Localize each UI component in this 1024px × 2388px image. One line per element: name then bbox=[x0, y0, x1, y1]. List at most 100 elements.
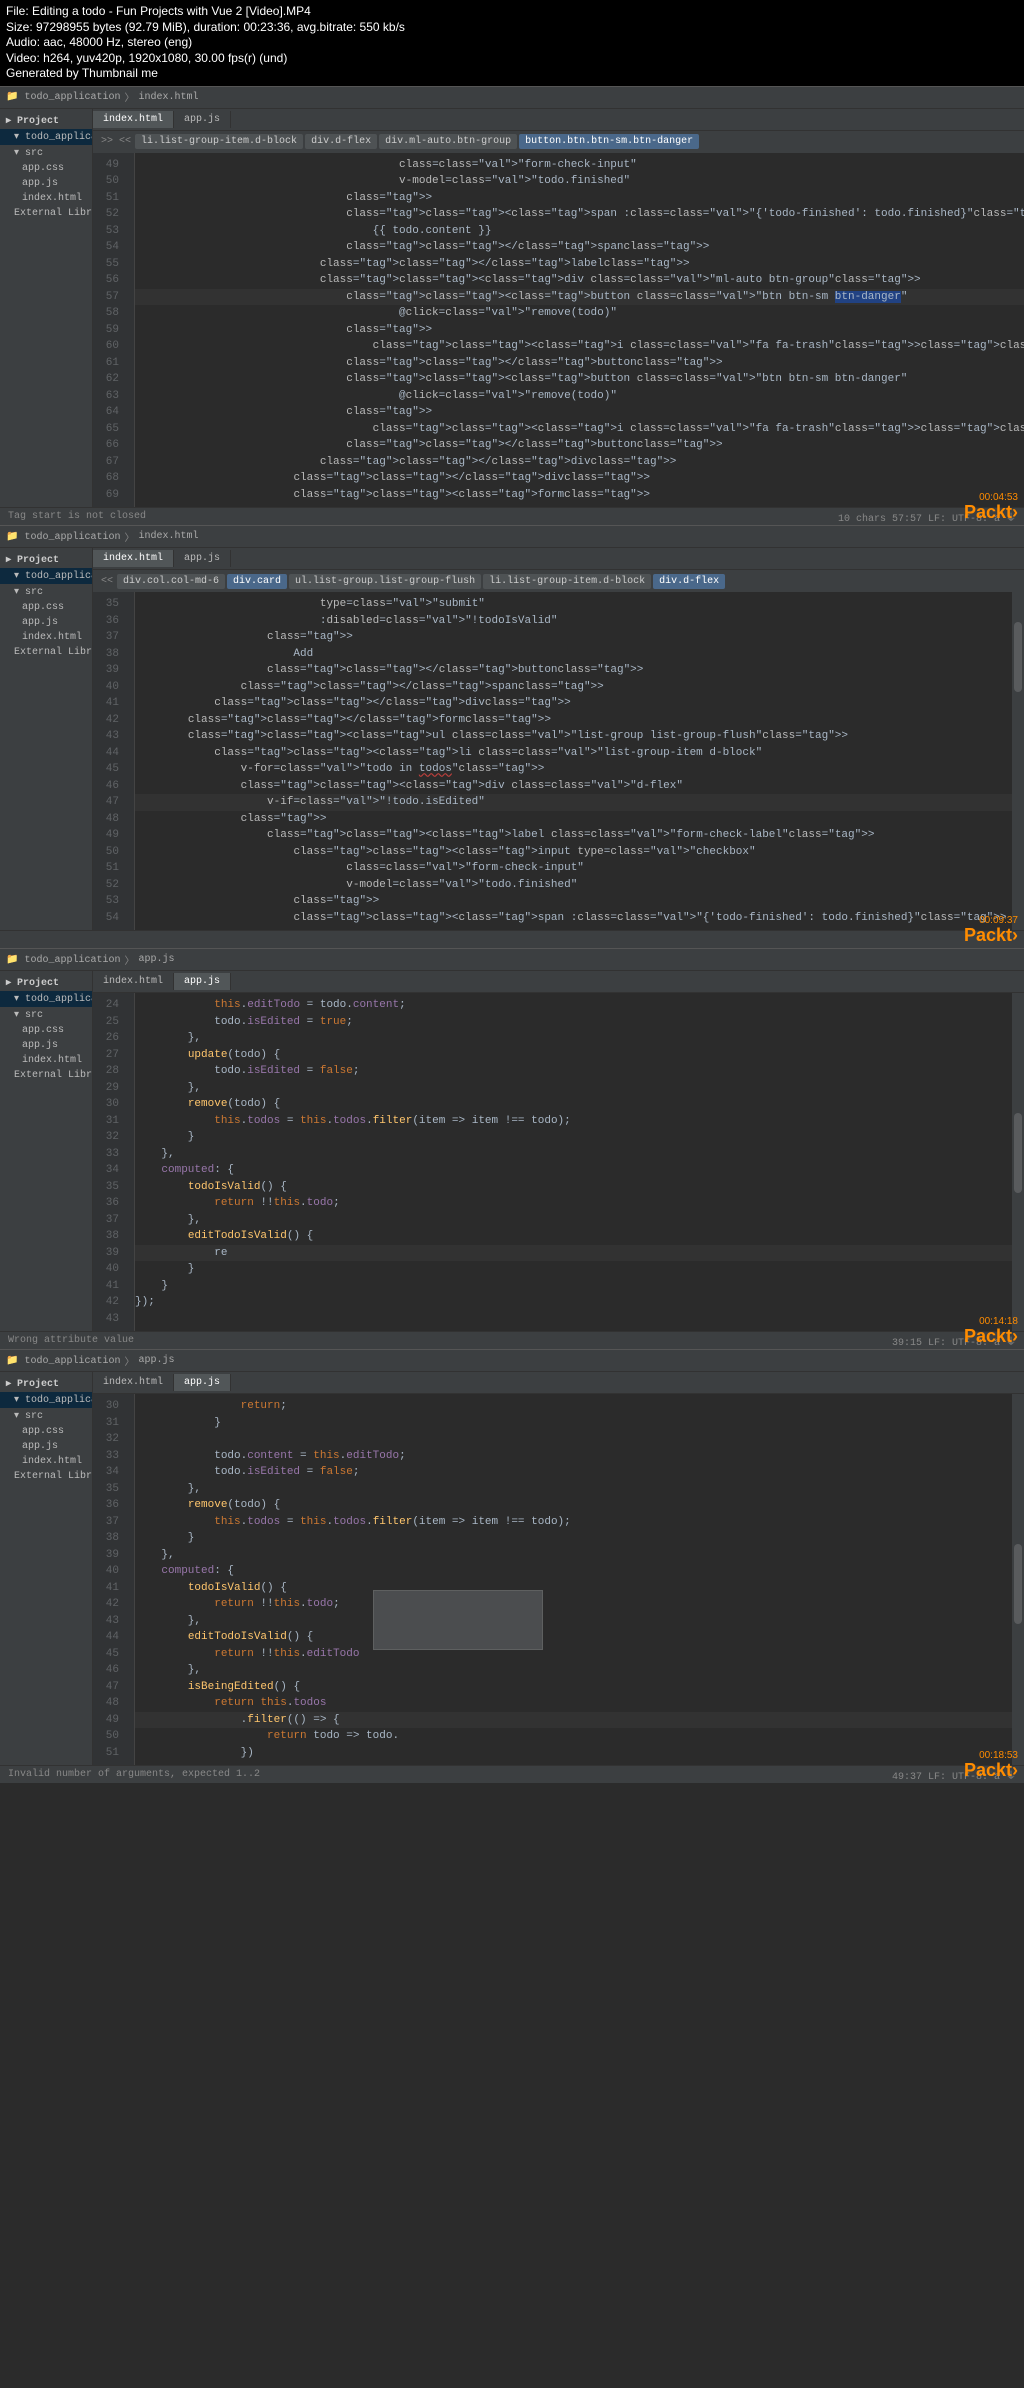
sidebar-file-appcss[interactable]: app.css bbox=[0, 161, 92, 176]
sidebar-project-root[interactable]: ▸ Project bbox=[0, 552, 92, 568]
bc-collapse-icon[interactable]: << bbox=[99, 574, 115, 589]
file-crumb[interactable]: index.html bbox=[138, 531, 198, 542]
fold-column[interactable] bbox=[125, 1394, 135, 1765]
video-metadata: File: Editing a todo - Fun Projects with… bbox=[0, 0, 1024, 86]
meta-file: File: Editing a todo - Fun Projects with… bbox=[6, 4, 1018, 20]
project-crumb[interactable]: 📁 todo_application bbox=[6, 1355, 120, 1367]
editor-tabs-2: index.html app.js bbox=[93, 548, 1024, 570]
status-bar-1: Tag start is not closed 10 chars 57:57 L… bbox=[0, 507, 1024, 525]
editor-area-1: index.html app.js >> << li.list-group-it… bbox=[93, 109, 1024, 508]
file-crumb[interactable]: app.js bbox=[138, 954, 174, 965]
editor-area-4: index.html app.js 3031323334353637383940… bbox=[93, 1372, 1024, 1765]
tab-index-html[interactable]: index.html bbox=[93, 111, 174, 128]
project-sidebar-4[interactable]: ▸ Project ▾ todo_application ▾ src app.c… bbox=[0, 1372, 93, 1765]
project-crumb[interactable]: 📁 todo_application bbox=[6, 531, 120, 543]
tab-app-js[interactable]: app.js bbox=[174, 111, 231, 128]
sidebar-file-appcss[interactable]: app.css bbox=[0, 600, 92, 615]
editor-tabs-1: index.html app.js bbox=[93, 109, 1024, 131]
code-lines[interactable]: return; } todo.content = this.editTodo; … bbox=[135, 1394, 1012, 1765]
bc-item[interactable]: div.d-flex bbox=[305, 134, 377, 149]
status-message: Invalid number of arguments, expected 1.… bbox=[8, 1769, 892, 1780]
bc-item[interactable]: div.col.col-md-6 bbox=[117, 574, 225, 589]
sidebar-file-index[interactable]: index.html bbox=[0, 630, 92, 645]
code-view-1[interactable]: 4950515253545556575859606162636465666768… bbox=[93, 153, 1024, 508]
sidebar-file-appcss[interactable]: app.css bbox=[0, 1023, 92, 1038]
sidebar-file-index[interactable]: index.html bbox=[0, 191, 92, 206]
code-breadcrumb-2: << div.col.col-md-6 div.card ul.list-gro… bbox=[93, 570, 1024, 592]
bc-item-active[interactable]: div.d-flex bbox=[653, 574, 725, 589]
bc-item[interactable]: li.list-group-item.d-block bbox=[135, 134, 303, 149]
tab-index-html[interactable]: index.html bbox=[93, 973, 174, 990]
vertical-scrollbar[interactable] bbox=[1012, 1394, 1024, 1765]
sidebar-project-root[interactable]: ▸ Project bbox=[0, 975, 92, 991]
editor-pane-3: 📁 todo_application 〉 app.js ▸ Project ▾ … bbox=[0, 948, 1024, 1349]
sidebar-external-libs[interactable]: External Libraries bbox=[0, 206, 92, 221]
sidebar-folder-src[interactable]: ▾ src bbox=[0, 145, 92, 161]
editor-tabs-3: index.html app.js bbox=[93, 971, 1024, 993]
code-view-2[interactable]: 3536373839404142434445464748495051525354… bbox=[93, 592, 1024, 930]
sidebar-external-libs[interactable]: External Libraries bbox=[0, 1469, 92, 1484]
bc-collapse-icon[interactable]: << bbox=[117, 134, 133, 149]
fold-column[interactable] bbox=[125, 153, 135, 508]
sidebar-external-libs[interactable]: External Libraries bbox=[0, 1068, 92, 1083]
code-lines[interactable]: this.editTodo = todo.content; todo.isEdi… bbox=[135, 993, 1012, 1331]
project-crumb[interactable]: 📁 todo_application bbox=[6, 91, 120, 103]
file-crumb[interactable]: index.html bbox=[138, 92, 198, 103]
sidebar-file-appjs[interactable]: app.js bbox=[0, 1439, 92, 1454]
meta-audio: Audio: aac, 48000 Hz, stereo (eng) bbox=[6, 35, 1018, 51]
sidebar-file-appjs[interactable]: app.js bbox=[0, 1038, 92, 1053]
sidebar-project-root[interactable]: ▸ Project bbox=[0, 1376, 92, 1392]
tab-app-js[interactable]: app.js bbox=[174, 973, 231, 990]
bc-item[interactable]: ul.list-group.list-group-flush bbox=[289, 574, 481, 589]
main-toolbar: 📁 todo_application 〉 index.html bbox=[0, 87, 1024, 109]
tab-index-html[interactable]: index.html bbox=[93, 550, 174, 567]
sidebar-file-index[interactable]: index.html bbox=[0, 1053, 92, 1068]
tab-app-js[interactable]: app.js bbox=[174, 1374, 231, 1391]
fold-column[interactable] bbox=[125, 993, 135, 1331]
bc-item-active[interactable]: button.btn.btn-sm.btn-danger bbox=[519, 134, 699, 149]
project-crumb[interactable]: 📁 todo_application bbox=[6, 954, 120, 966]
tab-app-js[interactable]: app.js bbox=[174, 550, 231, 567]
sidebar-project-name[interactable]: ▾ todo_application bbox=[0, 129, 92, 145]
bc-item[interactable]: div.card bbox=[227, 574, 287, 589]
packt-logo: Packt› bbox=[964, 925, 1018, 946]
sidebar-folder-src[interactable]: ▾ src bbox=[0, 584, 92, 600]
code-view-4[interactable]: 3031323334353637383940414243444546474849… bbox=[93, 1394, 1024, 1765]
sidebar-file-index[interactable]: index.html bbox=[0, 1454, 92, 1469]
bc-item[interactable]: div.ml-auto.btn-group bbox=[379, 134, 517, 149]
bc-item[interactable]: li.list-group-item.d-block bbox=[483, 574, 651, 589]
packt-logo: Packt› bbox=[964, 1326, 1018, 1347]
vertical-scrollbar[interactable] bbox=[1012, 993, 1024, 1331]
completion-popup[interactable] bbox=[373, 1590, 543, 1650]
main-toolbar-4: 📁 todo_application 〉 app.js bbox=[0, 1350, 1024, 1372]
code-view-3[interactable]: 2425262728293031323334353637383940414243… bbox=[93, 993, 1024, 1331]
tab-index-html[interactable]: index.html bbox=[93, 1374, 174, 1391]
meta-size: Size: 97298955 bytes (92.79 MiB), durati… bbox=[6, 20, 1018, 36]
vertical-scrollbar[interactable] bbox=[1012, 592, 1024, 930]
sidebar-folder-src[interactable]: ▾ src bbox=[0, 1007, 92, 1023]
project-sidebar[interactable]: ▸ Project ▾ todo_application ▾ src app.c… bbox=[0, 109, 93, 508]
sidebar-project-root[interactable]: ▸ Project bbox=[0, 113, 92, 129]
code-lines[interactable]: class=class="val">"form-check-input" v-m… bbox=[135, 153, 1024, 508]
meta-video: Video: h264, yuv420p, 1920x1080, 30.00 f… bbox=[6, 51, 1018, 67]
project-sidebar-2[interactable]: ▸ Project ▾ todo_application ▾ src app.c… bbox=[0, 548, 93, 930]
editor-pane-4: 📁 todo_application 〉 app.js ▸ Project ▾ … bbox=[0, 1349, 1024, 1783]
code-lines[interactable]: type=class="val">"submit" :disabled=clas… bbox=[135, 592, 1012, 930]
meta-gen: Generated by Thumbnail me bbox=[6, 66, 1018, 82]
line-gutter: 4950515253545556575859606162636465666768… bbox=[93, 153, 125, 508]
sidebar-project-name[interactable]: ▾ todo_application bbox=[0, 991, 92, 1007]
file-crumb[interactable]: app.js bbox=[138, 1355, 174, 1366]
fold-column[interactable] bbox=[125, 592, 135, 930]
sidebar-project-name[interactable]: ▾ todo_application bbox=[0, 568, 92, 584]
sidebar-project-name[interactable]: ▾ todo_application bbox=[0, 1392, 92, 1408]
status-bar-4: Invalid number of arguments, expected 1.… bbox=[0, 1765, 1024, 1783]
sidebar-file-appjs[interactable]: app.js bbox=[0, 176, 92, 191]
status-message: Wrong attribute value bbox=[8, 1335, 892, 1346]
main-toolbar-2: 📁 todo_application 〉 index.html bbox=[0, 526, 1024, 548]
sidebar-file-appjs[interactable]: app.js bbox=[0, 615, 92, 630]
sidebar-folder-src[interactable]: ▾ src bbox=[0, 1408, 92, 1424]
sidebar-external-libs[interactable]: External Libraries bbox=[0, 645, 92, 660]
sidebar-file-appcss[interactable]: app.css bbox=[0, 1424, 92, 1439]
project-sidebar-3[interactable]: ▸ Project ▾ todo_application ▾ src app.c… bbox=[0, 971, 93, 1331]
bc-expand-icon[interactable]: >> bbox=[99, 134, 115, 149]
